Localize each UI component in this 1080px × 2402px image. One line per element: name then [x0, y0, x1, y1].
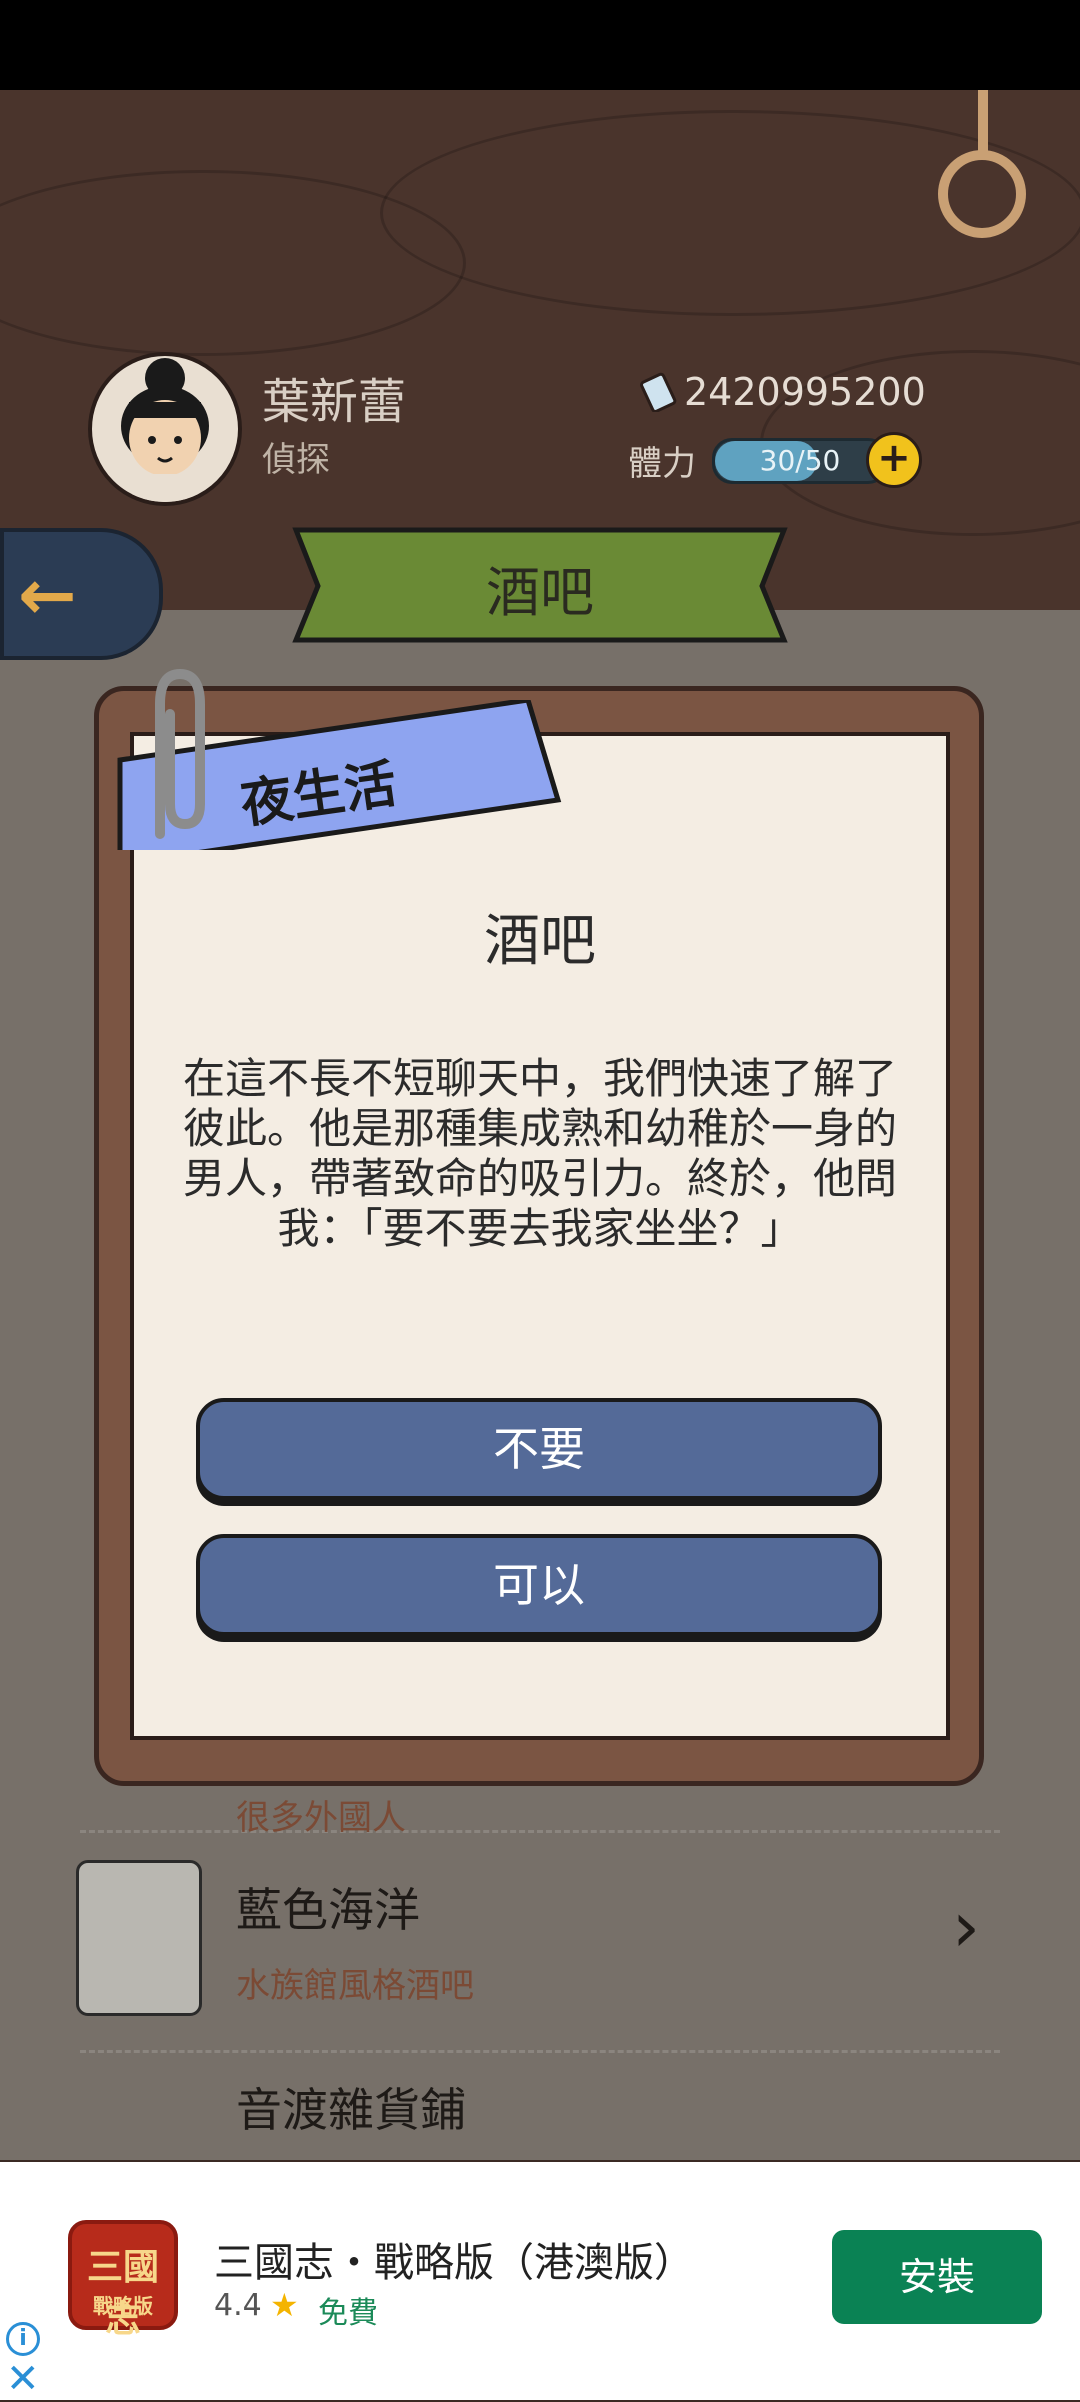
ticket-icon	[640, 372, 677, 412]
dialog-title: 酒吧	[484, 909, 596, 974]
info-icon[interactable]: i	[6, 2322, 40, 2356]
status-bar	[0, 0, 1080, 90]
stamina-label: 體力	[628, 444, 696, 484]
player-name: 葉新蕾	[262, 374, 407, 430]
chevron-right-icon: ›	[952, 1886, 980, 1968]
ad-icon-subtitle: 戰略版	[93, 2294, 153, 2318]
list-item[interactable]: 藍色海洋 水族館風格酒吧 ›	[76, 1850, 1000, 2053]
back-button[interactable]: ←	[0, 528, 163, 660]
list-item-subtitle: 水族館風格酒吧	[236, 1966, 474, 2006]
player-title: 偵探	[262, 440, 330, 480]
ad-title[interactable]: 三國志・戰略版（港澳版）	[214, 2230, 694, 2288]
aquarium-icon	[76, 1860, 202, 2016]
stamina-bar: 30/50	[712, 438, 888, 484]
menu-ring-icon[interactable]	[938, 150, 1026, 238]
money-amount: 2420995200	[684, 370, 926, 414]
paperclip-icon	[155, 668, 205, 839]
screen-title: 酒吧	[486, 561, 594, 624]
ad-rating: 4.4	[214, 2288, 262, 2323]
list-item-title: 音渡雜貨鋪	[236, 2083, 466, 2137]
install-button[interactable]: 安裝	[832, 2230, 1042, 2324]
avatar[interactable]	[88, 352, 242, 506]
back-arrow-icon: ←	[18, 554, 77, 636]
list-item-subtitle: 很多外國人	[236, 1798, 406, 1838]
add-stamina-button[interactable]: +	[866, 432, 922, 488]
accept-button[interactable]: 可以	[196, 1534, 882, 1636]
ad-price: 免費	[318, 2296, 378, 2331]
decline-button[interactable]: 不要	[196, 1398, 882, 1500]
stamina-text: 30/50	[759, 444, 841, 477]
list-item-title: 藍色海洋	[236, 1883, 420, 1937]
star-icon: ★	[270, 2286, 299, 2324]
dialog-body: 在這不長不短聊天中，我們快速了解了彼此。他是那種集成熟和幼稚於一身的男人，帶著致…	[182, 1054, 897, 1253]
ad-app-icon[interactable]: 三國志 戰略版	[68, 2220, 178, 2340]
close-icon[interactable]: ✕	[6, 2356, 40, 2402]
